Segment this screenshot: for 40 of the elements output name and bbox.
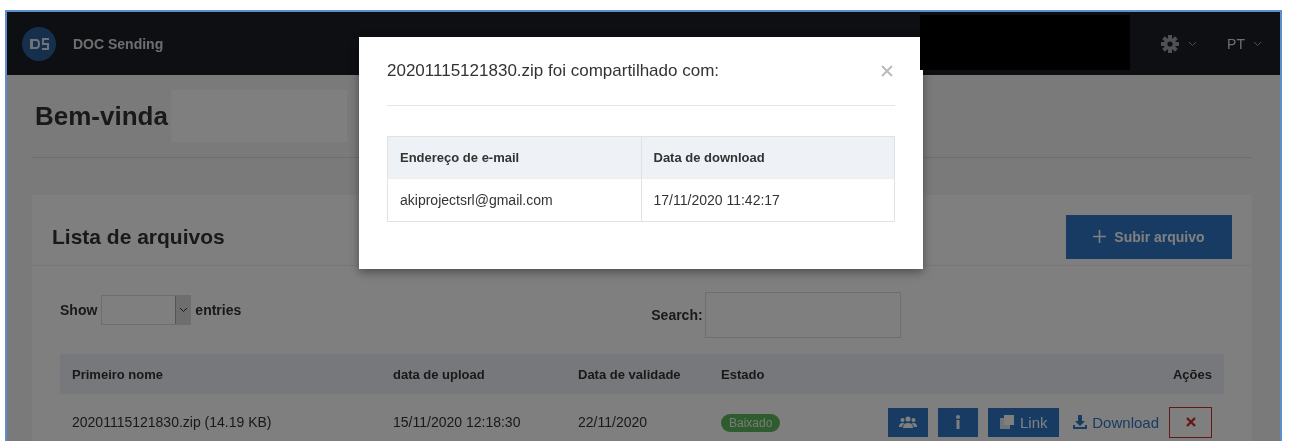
table-cell: 17/11/2020 11:42:17 bbox=[641, 178, 895, 222]
column-header: Endereço de e-mail bbox=[387, 136, 641, 179]
column-header: Data de download bbox=[641, 136, 895, 179]
download-icon bbox=[1073, 415, 1088, 429]
status-badge: Baixado bbox=[721, 414, 781, 432]
entries-label: entries bbox=[195, 302, 242, 318]
caret-icon[interactable] bbox=[1253, 40, 1262, 47]
settings-icon[interactable] bbox=[1160, 33, 1181, 54]
logo-icon[interactable] bbox=[22, 26, 56, 61]
table-cell: 15/11/2020 12:18:30 bbox=[381, 394, 566, 441]
column-header: Primeiro nome bbox=[60, 354, 381, 394]
info-icon bbox=[955, 415, 962, 429]
search-label: Search: bbox=[651, 307, 703, 323]
close-icon bbox=[1185, 417, 1196, 427]
welcome-heading: Bem-vinda bbox=[35, 100, 168, 132]
copy-icon bbox=[1000, 415, 1014, 429]
column-header: Estado bbox=[709, 354, 853, 394]
show-label: Show bbox=[60, 302, 98, 318]
column-header: Ações bbox=[853, 354, 1224, 394]
table-cell: 22/11/2020 bbox=[566, 394, 709, 441]
plus-icon bbox=[1093, 230, 1107, 243]
column-header: data de upload bbox=[381, 354, 566, 394]
info-button[interactable] bbox=[938, 407, 979, 437]
users-icon bbox=[899, 416, 918, 428]
language-menu[interactable]: PT bbox=[1227, 35, 1245, 52]
column-header: Data de validade bbox=[566, 354, 709, 394]
card-title: Lista de arquivos bbox=[52, 225, 225, 249]
share-users-button[interactable] bbox=[888, 407, 929, 437]
delete-button[interactable] bbox=[1169, 406, 1212, 438]
close-icon[interactable] bbox=[881, 65, 893, 77]
copy-link-button[interactable]: Link bbox=[988, 407, 1060, 437]
upload-button[interactable]: Subir arquivo bbox=[1066, 215, 1232, 259]
entries-select[interactable] bbox=[101, 295, 192, 325]
caret-icon bbox=[178, 307, 188, 313]
download-link[interactable]: Download bbox=[1069, 413, 1159, 431]
table-cell: 20201115121830.zip (14.19 KB) bbox=[60, 394, 381, 441]
brand-name[interactable]: DOC Sending bbox=[73, 35, 164, 52]
caret-icon[interactable] bbox=[1188, 40, 1198, 47]
dialog-title: 20201115121830.zip foi compartilhado com: bbox=[387, 61, 720, 81]
table-cell: akiprojectsrl@gmail.com bbox=[387, 178, 641, 222]
